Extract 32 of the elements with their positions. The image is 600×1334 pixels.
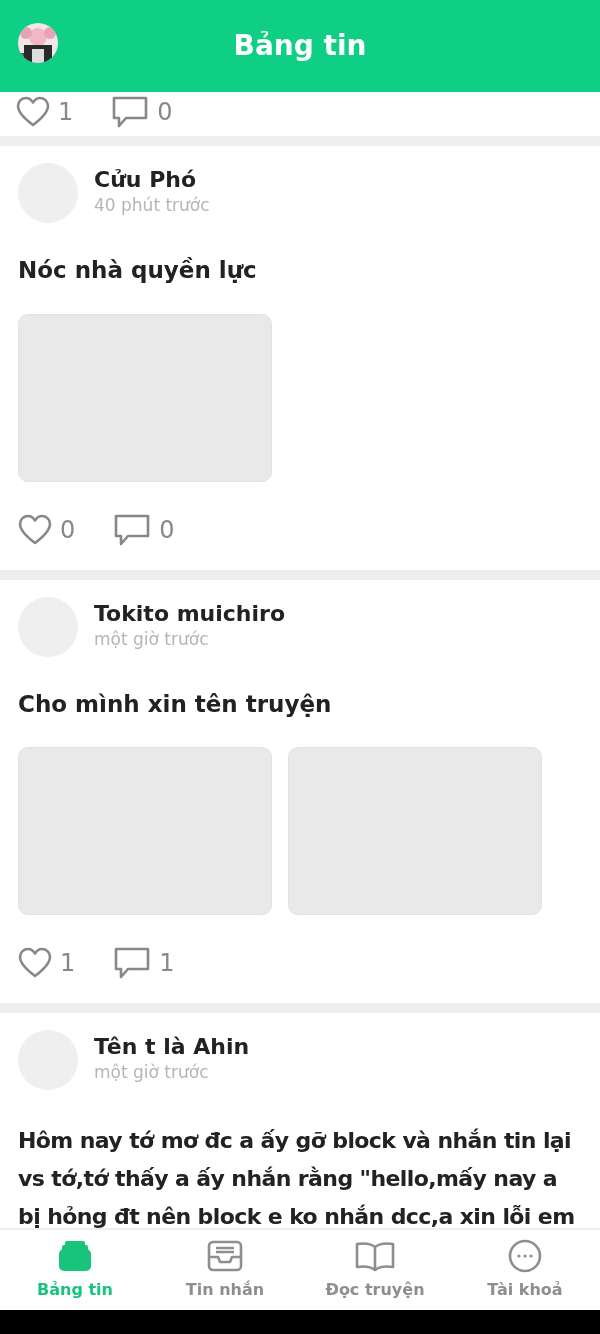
post-text-line: vs tớ,tớ thấy a ấy nhắn rằng "hello,mấy nay a	[18, 1165, 559, 1193]
comment-count: 0	[157, 97, 173, 128]
more-icon	[508, 1239, 542, 1273]
comment-icon[interactable]	[111, 95, 150, 129]
post-time: một giờ trước	[94, 627, 210, 651]
post-time: một giờ trước	[94, 1061, 210, 1085]
author-name[interactable]: Cửu Phó	[94, 167, 210, 194]
nav-tab[interactable]: Tin nhắn	[150, 1230, 300, 1310]
heart-icon[interactable]	[18, 513, 52, 546]
like-count: 1	[58, 97, 74, 128]
heart-icon[interactable]	[18, 947, 52, 979]
author-name[interactable]: Tên t là Ahin	[94, 1034, 250, 1061]
post-title: Nóc nhà quyền lực	[18, 256, 258, 285]
book-icon	[355, 1240, 395, 1272]
inbox-icon	[207, 1240, 243, 1272]
comment-icon[interactable]	[113, 946, 152, 980]
comment-count: 1	[159, 948, 175, 979]
post-time: 40 phút trước	[94, 194, 210, 218]
like-count: 0	[60, 514, 76, 546]
post-title: Cho mình xin tên truyện	[18, 689, 333, 719]
page-title: Bảng tin	[233, 29, 367, 63]
nav-tab[interactable]: Bảng tin	[0, 1230, 150, 1310]
post-text-line: Hôm nay tớ mơ đc a ấy gỡ block và nhắn tin lại	[18, 1127, 573, 1155]
author-name[interactable]: Tokito muichiro	[94, 600, 285, 627]
comment-count: 0	[159, 514, 175, 546]
nav-tab[interactable]: Tài khoả	[450, 1230, 600, 1310]
nav-tab[interactable]: Đọc truyện	[300, 1230, 450, 1310]
feed-icon	[57, 1240, 93, 1272]
comment-icon[interactable]	[113, 512, 152, 547]
post-text-line: bị hỏng đt nên block e ko nhắn dcc,a xin lỗi em	[18, 1203, 576, 1228]
like-count: 1	[60, 948, 76, 979]
heart-icon[interactable]	[16, 96, 50, 128]
